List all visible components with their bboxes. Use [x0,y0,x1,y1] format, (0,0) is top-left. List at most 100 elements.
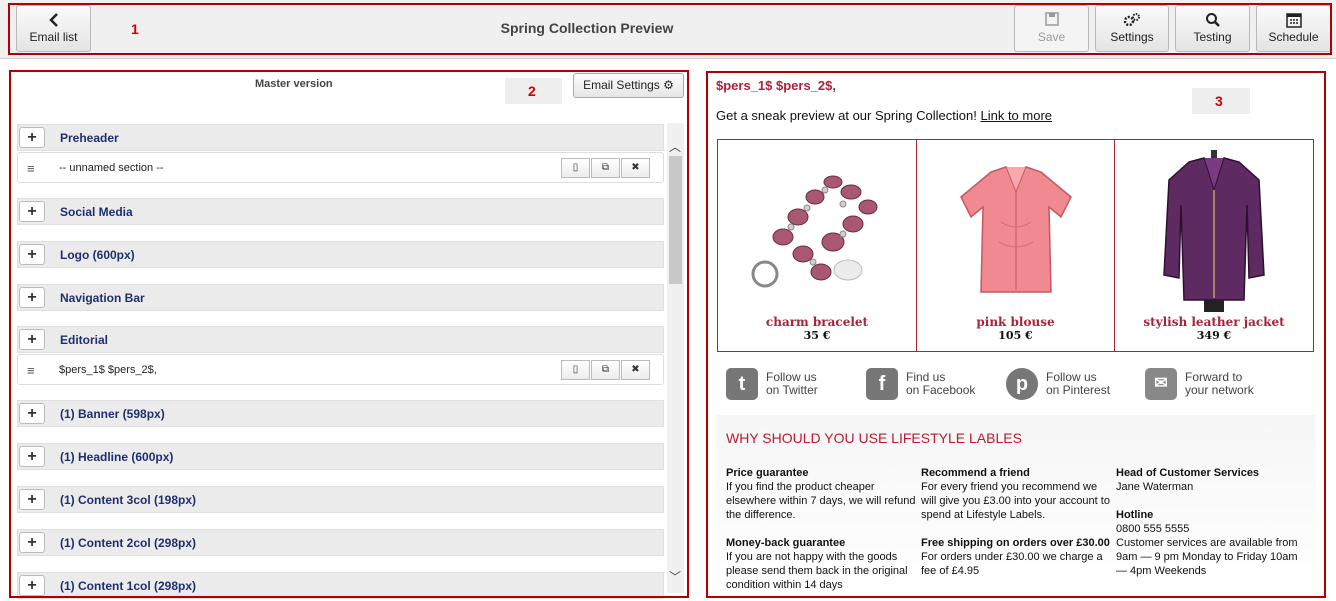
annotation-label-3: 3 [1215,93,1223,109]
section-social-media[interactable]: + Social Media [17,198,664,225]
save-button[interactable]: Save [1014,5,1089,52]
section-title: Social Media [60,205,133,219]
social-facebook[interactable]: f Find us on Facebook [866,368,1006,402]
expand-plus-icon[interactable]: + [19,127,45,148]
expand-plus-icon[interactable]: + [19,287,45,308]
benefit-block: Money-back guarantee If you are not happ… [726,536,916,592]
section-title: (1) Banner (598px) [60,407,165,421]
social-pinterest[interactable]: p Follow us on Pinterest [1006,368,1146,402]
save-label: Save [1037,30,1066,44]
product-card[interactable]: charm bracelet 35 € [718,140,917,351]
benefit-title: Money-back guarantee [726,537,846,549]
annotation-label-2: 2 [528,83,536,99]
subrow-text: $pers_1$ $pers_2$, [59,364,157,376]
section-title: (1) Content 3col (198px) [60,493,197,507]
drag-handle-icon[interactable]: ≡ [27,363,35,378]
social-line2: on Pinterest [1046,383,1111,397]
expand-plus-icon[interactable]: + [19,244,45,265]
pinterest-icon: p [1006,368,1038,400]
scrollbar-thumb[interactable] [669,156,682,284]
settings-button[interactable]: Settings [1095,5,1169,52]
social-text: Forward to your network [1185,371,1254,397]
testing-button[interactable]: Testing [1175,5,1250,52]
mobile-icon[interactable]: ▯ [561,360,590,380]
master-version-label: Master version [255,78,333,90]
benefit-title: Hotline [1116,509,1154,521]
expand-plus-icon[interactable]: + [19,532,45,553]
copy-icon[interactable]: ⧉ [591,158,620,178]
social-line2: on Facebook [906,383,976,397]
email-settings-label: Email Settings [583,78,660,92]
schedule-label: Schedule [1268,30,1319,44]
section-content-3col[interactable]: + (1) Content 3col (198px) [17,486,664,513]
section-navigation-bar[interactable]: + Navigation Bar [17,284,664,311]
expand-plus-icon[interactable]: + [19,201,45,222]
benefit-block: Recommend a friend For every friend you … [921,466,1111,522]
floppy-disk-icon [1015,12,1088,28]
social-text: Follow us on Twitter [766,371,818,397]
copy-icon[interactable]: ⧉ [591,360,620,380]
product-card[interactable]: pink blouse 105 € [917,140,1115,351]
section-preheader[interactable]: + Preheader [17,124,664,151]
greeting: $pers_1$ $pers_2$, [716,78,836,93]
teaser-link[interactable]: Link to more [980,108,1052,123]
email-settings-button[interactable]: Email Settings ⚙ [573,73,684,98]
gears-icon [1096,12,1168,28]
benefit-block: Hotline 0800 555 5555 Customer services … [1116,508,1306,578]
chevron-up-icon[interactable]: ︿ [669,138,681,155]
section-content-2col[interactable]: + (1) Content 2col (298px) [17,529,664,556]
social-text: Follow us on Pinterest [1046,371,1110,397]
toolbar: Email list Spring Collection Preview Sav… [0,0,1336,59]
social-line1: Follow us [1046,370,1097,384]
section-subrow[interactable]: ≡ -- unnamed section -- ▯ ⧉ ✖ [17,152,664,183]
facebook-icon: f [866,368,898,400]
social-forward[interactable]: ✉ Forward to your network [1145,368,1285,402]
social-line1: Forward to [1185,370,1243,384]
schedule-button[interactable]: Schedule [1256,5,1331,52]
section-title: (1) Headline (600px) [60,450,174,464]
benefit-text: For every friend you recommend we will g… [921,481,1110,521]
settings-label: Settings [1110,30,1154,44]
subrow-text: -- unnamed section -- [59,162,164,174]
section-banner[interactable]: + (1) Banner (598px) [17,400,664,427]
section-logo[interactable]: + Logo (600px) [17,241,664,268]
mobile-icon[interactable]: ▯ [561,158,590,178]
section-editorial[interactable]: + Editorial [17,326,664,353]
forward-mail-icon: ✉ [1145,368,1177,400]
section-content-1col[interactable]: + (1) Content 1col (298px) [17,572,664,599]
benefit-text: For orders under £30.00 we charge a fee … [921,551,1103,577]
chevron-down-icon[interactable]: ﹀ [669,568,681,585]
product-grid: charm bracelet 35 € pink blouse 105 € st… [717,139,1314,352]
expand-plus-icon[interactable]: + [19,489,45,510]
product-name: pink blouse [976,315,1055,329]
page-title: Spring Collection Preview [500,20,674,36]
benefit-title: Price guarantee [726,467,809,479]
section-title: Preheader [60,131,119,145]
expand-plus-icon[interactable]: + [19,446,45,467]
benefit-block: Price guarantee If you find the product … [726,466,916,522]
benefit-title: Head of Customer Services [1116,467,1260,479]
benefit-block: Head of Customer Services Jane Waterman [1116,466,1306,494]
expand-plus-icon[interactable]: + [19,403,45,424]
section-title: Editorial [60,333,109,347]
testing-label: Testing [1193,30,1232,44]
drag-handle-icon[interactable]: ≡ [27,161,35,176]
section-headline[interactable]: + (1) Headline (600px) [17,443,664,470]
product-card[interactable]: stylish leather jacket 349 € [1115,140,1313,351]
close-icon[interactable]: ✖ [621,158,650,178]
section-subrow[interactable]: ≡ $pers_1$ $pers_2$, ▯ ⧉ ✖ [17,354,664,385]
social-line1: Find us [906,370,946,384]
teaser: Get a sneak preview at our Spring Collec… [716,108,1052,123]
expand-plus-icon[interactable]: + [19,575,45,596]
search-icon [1176,12,1249,28]
expand-plus-icon[interactable]: + [19,329,45,350]
email-list-button[interactable]: Email list [16,5,91,52]
product-name: charm bracelet [765,315,869,329]
social-twitter[interactable]: t Follow us on Twitter [726,368,866,402]
product-price: 35 € [803,329,831,342]
product-price: 105 € [998,329,1033,342]
benefit-text: If you are not happy with the goods plea… [726,551,908,591]
close-icon[interactable]: ✖ [621,360,650,380]
benefit-block: Free shipping on orders over £30.00 For … [921,536,1111,578]
email-list-label: Email list [29,30,78,44]
